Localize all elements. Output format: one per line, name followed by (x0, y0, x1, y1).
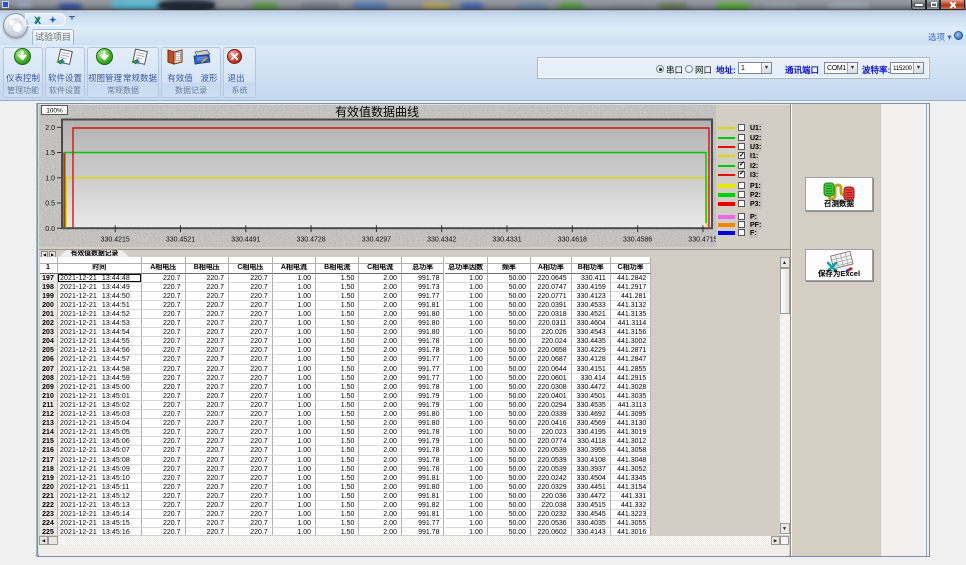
svg-text:0.0: 0.0 (45, 226, 55, 233)
svg-text:1.5: 1.5 (45, 150, 55, 157)
svg-text:1.0: 1.0 (45, 175, 55, 182)
svg-text:有效值数据曲线: 有效值数据曲线 (335, 105, 419, 119)
svg-text:330.4715: 330.4715 (688, 237, 716, 244)
svg-text:330.4297: 330.4297 (362, 237, 391, 244)
svg-text:330.4618: 330.4618 (558, 237, 587, 244)
svg-text:330.4521: 330.4521 (166, 237, 195, 244)
svg-text:100%: 100% (46, 108, 63, 115)
svg-text:330.4586: 330.4586 (623, 237, 652, 244)
svg-text:330.4331: 330.4331 (492, 237, 521, 244)
svg-text:330.4215: 330.4215 (101, 237, 130, 244)
svg-text:330.4342: 330.4342 (427, 237, 456, 244)
svg-text:330.4491: 330.4491 (231, 237, 260, 244)
svg-text:2.0: 2.0 (45, 125, 55, 132)
svg-text:0.5: 0.5 (45, 201, 55, 208)
svg-text:330.4728: 330.4728 (296, 237, 325, 244)
